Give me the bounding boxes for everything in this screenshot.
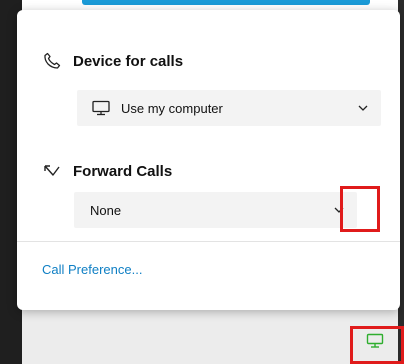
forward-calls-heading: Forward Calls [43, 162, 172, 180]
app-top-accent-bar [82, 0, 370, 5]
phone-icon [43, 52, 65, 70]
status-button-highlight [350, 326, 404, 364]
device-for-calls-label: Device for calls [73, 52, 184, 70]
app-bottom-strip [22, 310, 404, 364]
chevron-down-icon[interactable] [345, 90, 381, 126]
calling-settings-popup: Device for calls Use my computer Forward… [17, 10, 400, 310]
device-dropdown-value: Use my computer [121, 100, 223, 116]
forward-arrow-icon [43, 162, 65, 180]
forward-calls-dropdown-value: None [90, 202, 122, 218]
device-for-calls-heading: Device for calls [43, 52, 183, 70]
device-dropdown[interactable]: Use my computer [77, 90, 381, 126]
forward-calls-label: Forward Calls [73, 162, 173, 180]
computer-icon [91, 100, 111, 116]
call-preference-link[interactable]: Call Preference... [42, 262, 142, 277]
forward-chevron-highlight [340, 186, 380, 232]
divider [17, 241, 400, 242]
forward-calls-dropdown[interactable]: None [74, 192, 357, 228]
